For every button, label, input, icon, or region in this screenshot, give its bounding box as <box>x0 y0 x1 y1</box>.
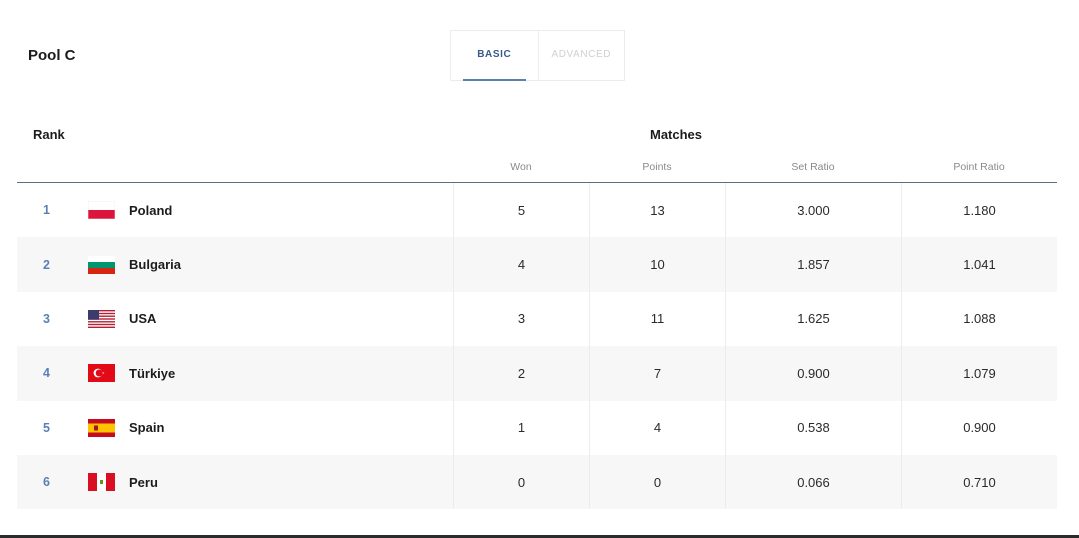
matches-header: Matches <box>650 127 703 142</box>
column-header-point-ratio: Point Ratio <box>953 161 1005 173</box>
won-cell: 3 <box>453 291 589 347</box>
points-cell: 11 <box>589 291 725 347</box>
won-cell: 1 <box>453 400 589 455</box>
column-header-won: Won <box>510 161 532 173</box>
table-row[interactable]: 6 Peru 0 0 0.066 0.710 <box>17 454 1057 510</box>
rank-header: Rank <box>33 127 65 142</box>
pool-title: Pool C <box>28 47 76 64</box>
set-ratio-cell: 0.900 <box>725 346 901 401</box>
won-cell: 5 <box>453 183 589 238</box>
rank-cell: 6 <box>43 475 50 490</box>
column-header-set-ratio: Set Ratio <box>791 161 835 173</box>
turkiye-flag-icon <box>88 346 115 400</box>
country-name[interactable]: USA <box>129 292 156 346</box>
set-ratio-cell: 0.066 <box>725 454 901 510</box>
point-ratio-cell: 1.088 <box>901 291 1057 347</box>
rank-cell: 3 <box>43 311 50 326</box>
country-name[interactable]: Poland <box>129 183 172 237</box>
point-ratio-cell: 0.900 <box>901 400 1057 455</box>
rank-cell: 4 <box>43 366 50 381</box>
rank-cell: 5 <box>43 420 50 435</box>
country-name[interactable]: Peru <box>129 455 158 509</box>
usa-flag-icon <box>88 292 115 346</box>
column-header-points: Points <box>642 161 672 173</box>
point-ratio-cell: 0.710 <box>901 454 1057 510</box>
set-ratio-cell: 3.000 <box>725 183 901 238</box>
table-row[interactable]: 1 Poland 5 13 3.000 1.180 <box>17 183 1057 238</box>
table-row[interactable]: 5 Spain 1 4 0.538 0.900 <box>17 400 1057 455</box>
active-tab-indicator <box>463 79 526 81</box>
won-cell: 0 <box>453 454 589 510</box>
rank-cell: 2 <box>43 257 50 272</box>
table-row[interactable]: 3 USA 3 11 1.625 1.088 <box>17 291 1057 347</box>
points-cell: 10 <box>589 237 725 292</box>
points-cell: 13 <box>589 183 725 238</box>
poland-flag-icon <box>88 183 115 237</box>
tab-basic-label: BASIC <box>477 49 512 60</box>
point-ratio-cell: 1.041 <box>901 237 1057 292</box>
table-row[interactable]: 2 Bulgaria 4 10 1.857 1.041 <box>17 237 1057 292</box>
table-row[interactable]: 4 Türkiye 2 7 0.900 1.079 <box>17 346 1057 401</box>
points-cell: 0 <box>589 454 725 510</box>
rank-cell: 1 <box>43 203 50 218</box>
set-ratio-cell: 1.625 <box>725 291 901 347</box>
country-name[interactable]: Türkiye <box>129 346 175 400</box>
tab-advanced[interactable]: ADVANCED <box>537 31 625 80</box>
won-cell: 2 <box>453 346 589 401</box>
standings-table: 1 Poland 5 13 3.000 1.180 2 Bulgaria 4 1… <box>17 183 1057 510</box>
bulgaria-flag-icon <box>88 237 115 291</box>
won-cell: 4 <box>453 237 589 292</box>
point-ratio-cell: 1.180 <box>901 183 1057 238</box>
set-ratio-cell: 1.857 <box>725 237 901 292</box>
peru-flag-icon <box>88 455 115 509</box>
tab-basic[interactable]: BASIC <box>451 31 538 81</box>
point-ratio-cell: 1.079 <box>901 346 1057 401</box>
spain-flag-icon <box>88 401 115 455</box>
country-name[interactable]: Spain <box>129 401 164 455</box>
country-name[interactable]: Bulgaria <box>129 237 181 291</box>
tab-advanced-label: ADVANCED <box>551 49 612 60</box>
points-cell: 4 <box>589 400 725 455</box>
set-ratio-cell: 0.538 <box>725 400 901 455</box>
points-cell: 7 <box>589 346 725 401</box>
view-tabs: BASIC ADVANCED <box>450 30 625 81</box>
